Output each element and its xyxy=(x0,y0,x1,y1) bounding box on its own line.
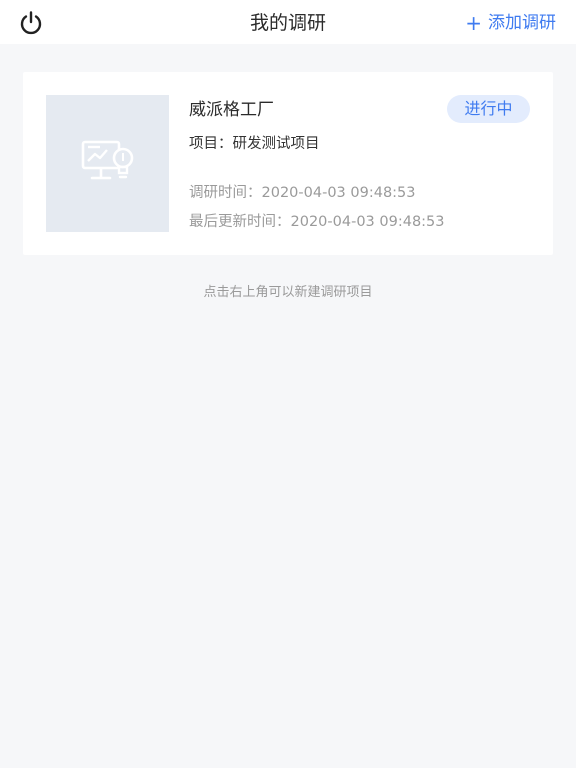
survey-title: 威派格工厂 xyxy=(189,100,274,120)
empty-hint-text: 点击右上角可以新建调研项目 xyxy=(203,285,373,300)
survey-time-label: 调研时间： xyxy=(189,185,262,201)
survey-time: 调研时间：2020-04-03 09:48:53 xyxy=(189,183,416,203)
plus-icon: + xyxy=(465,11,482,35)
updated-time-label: 最后更新时间： xyxy=(189,214,291,230)
monitor-lightbulb-icon xyxy=(81,140,133,179)
add-survey-button[interactable]: + 添加调研 xyxy=(465,11,556,35)
add-survey-label: 添加调研 xyxy=(488,13,556,33)
updated-time-value: 2020-04-03 09:48:53 xyxy=(290,214,445,230)
project-label: 项目： xyxy=(189,136,233,152)
survey-thumbnail xyxy=(46,95,169,232)
status-badge: 进行中 xyxy=(447,95,530,123)
project-value: 研发测试项目 xyxy=(232,136,320,152)
survey-card[interactable]: 威派格工厂 进行中 项目：研发测试项目 调研时间：2020-04-03 09:4… xyxy=(23,72,553,255)
navigation-bar: 我的调研 + 添加调研 xyxy=(0,0,576,44)
updated-time: 最后更新时间：2020-04-03 09:48:53 xyxy=(189,212,445,232)
survey-time-value: 2020-04-03 09:48:53 xyxy=(261,185,416,201)
project-info: 项目：研发测试项目 xyxy=(189,134,320,154)
